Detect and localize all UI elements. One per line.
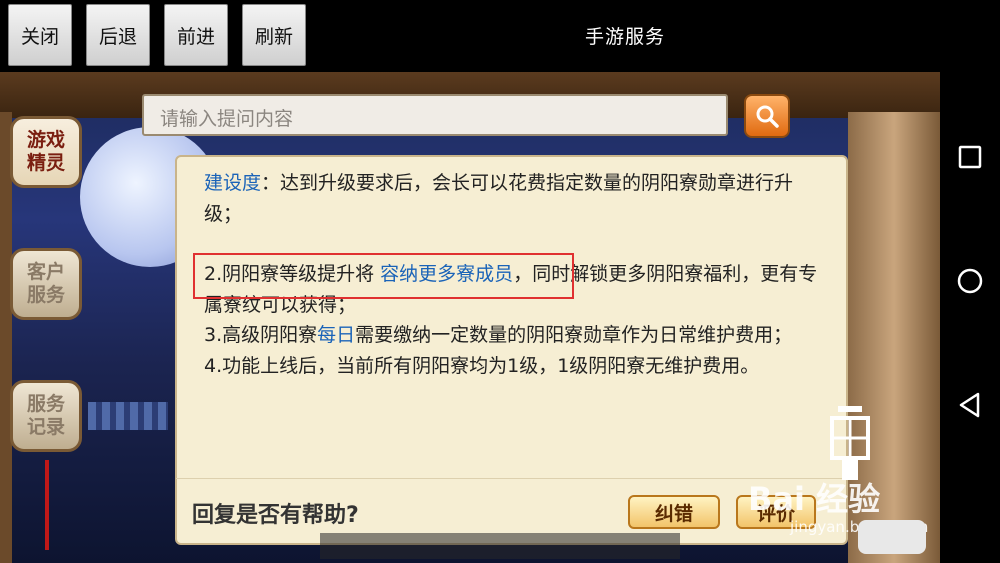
search-button[interactable] xyxy=(744,94,790,138)
back-triangle-icon xyxy=(959,392,980,418)
answer-text: ：达到升级要求后，会长可以花费指定数量的阴阳寮勋章进行升级； xyxy=(204,172,794,225)
home-button[interactable] xyxy=(940,256,1000,306)
page-controls-overlay xyxy=(320,533,680,559)
sidebar-item-game-spirit[interactable]: 游戏 精灵 xyxy=(10,116,82,188)
highlight-box xyxy=(193,253,574,299)
search-input[interactable]: 请输入提问内容 xyxy=(142,94,728,136)
browser-toolbar: 关闭 后退 前进 刷新 手游服务 xyxy=(0,0,940,72)
construction-label: 建设度 xyxy=(204,172,262,194)
answer-text: 需要缴纳一定数量的阴阳寮勋章作为日常维护费用； xyxy=(355,324,793,346)
corner-badge xyxy=(858,520,926,554)
android-nav-bar xyxy=(940,0,1000,563)
android-back-button[interactable] xyxy=(940,380,1000,430)
home-icon xyxy=(957,268,983,294)
close-button[interactable]: 关闭 xyxy=(8,4,72,66)
sidebar-item-label: 游戏 精灵 xyxy=(26,129,65,174)
answer-text: 3.高级阴阳寮 xyxy=(204,324,318,346)
back-button[interactable]: 后退 xyxy=(86,4,150,66)
search-icon xyxy=(756,105,779,128)
correct-error-button[interactable]: 纠错 xyxy=(628,495,720,529)
watermark-brand: Bai 经验 xyxy=(748,480,881,518)
recents-button[interactable] xyxy=(940,132,1000,182)
railing-decoration xyxy=(88,402,168,430)
panel-divider xyxy=(176,478,847,479)
answer-link-daily[interactable]: 每日 xyxy=(317,324,355,346)
page-title: 手游服务 xyxy=(584,26,665,48)
sidebar-item-customer-service[interactable]: 客户 服务 xyxy=(10,248,82,320)
refresh-button[interactable]: 刷新 xyxy=(242,4,306,66)
sidebar-item-service-records[interactable]: 服务 记录 xyxy=(10,380,82,452)
answer-item-4: 4.功能上线后，当前所有阴阳寮均为1级，1级阴阳寮无维护费用。 xyxy=(204,354,760,377)
forward-button[interactable]: 前进 xyxy=(164,4,228,66)
sidebar-item-label: 服务 记录 xyxy=(26,393,65,438)
answer-item-3: 3.高级阴阳寮每日需要缴纳一定数量的阴阳寮勋章作为日常维护费用； xyxy=(190,320,830,351)
recents-icon xyxy=(958,145,982,169)
lantern-rope xyxy=(45,460,49,550)
answer-line-1: 建设度：达到升级要求后，会长可以花费指定数量的阴阳寮勋章进行升级； xyxy=(190,168,830,229)
sidebar-item-label: 客户 服务 xyxy=(26,261,65,306)
feedback-question: 回复是否有帮助? xyxy=(192,503,359,528)
